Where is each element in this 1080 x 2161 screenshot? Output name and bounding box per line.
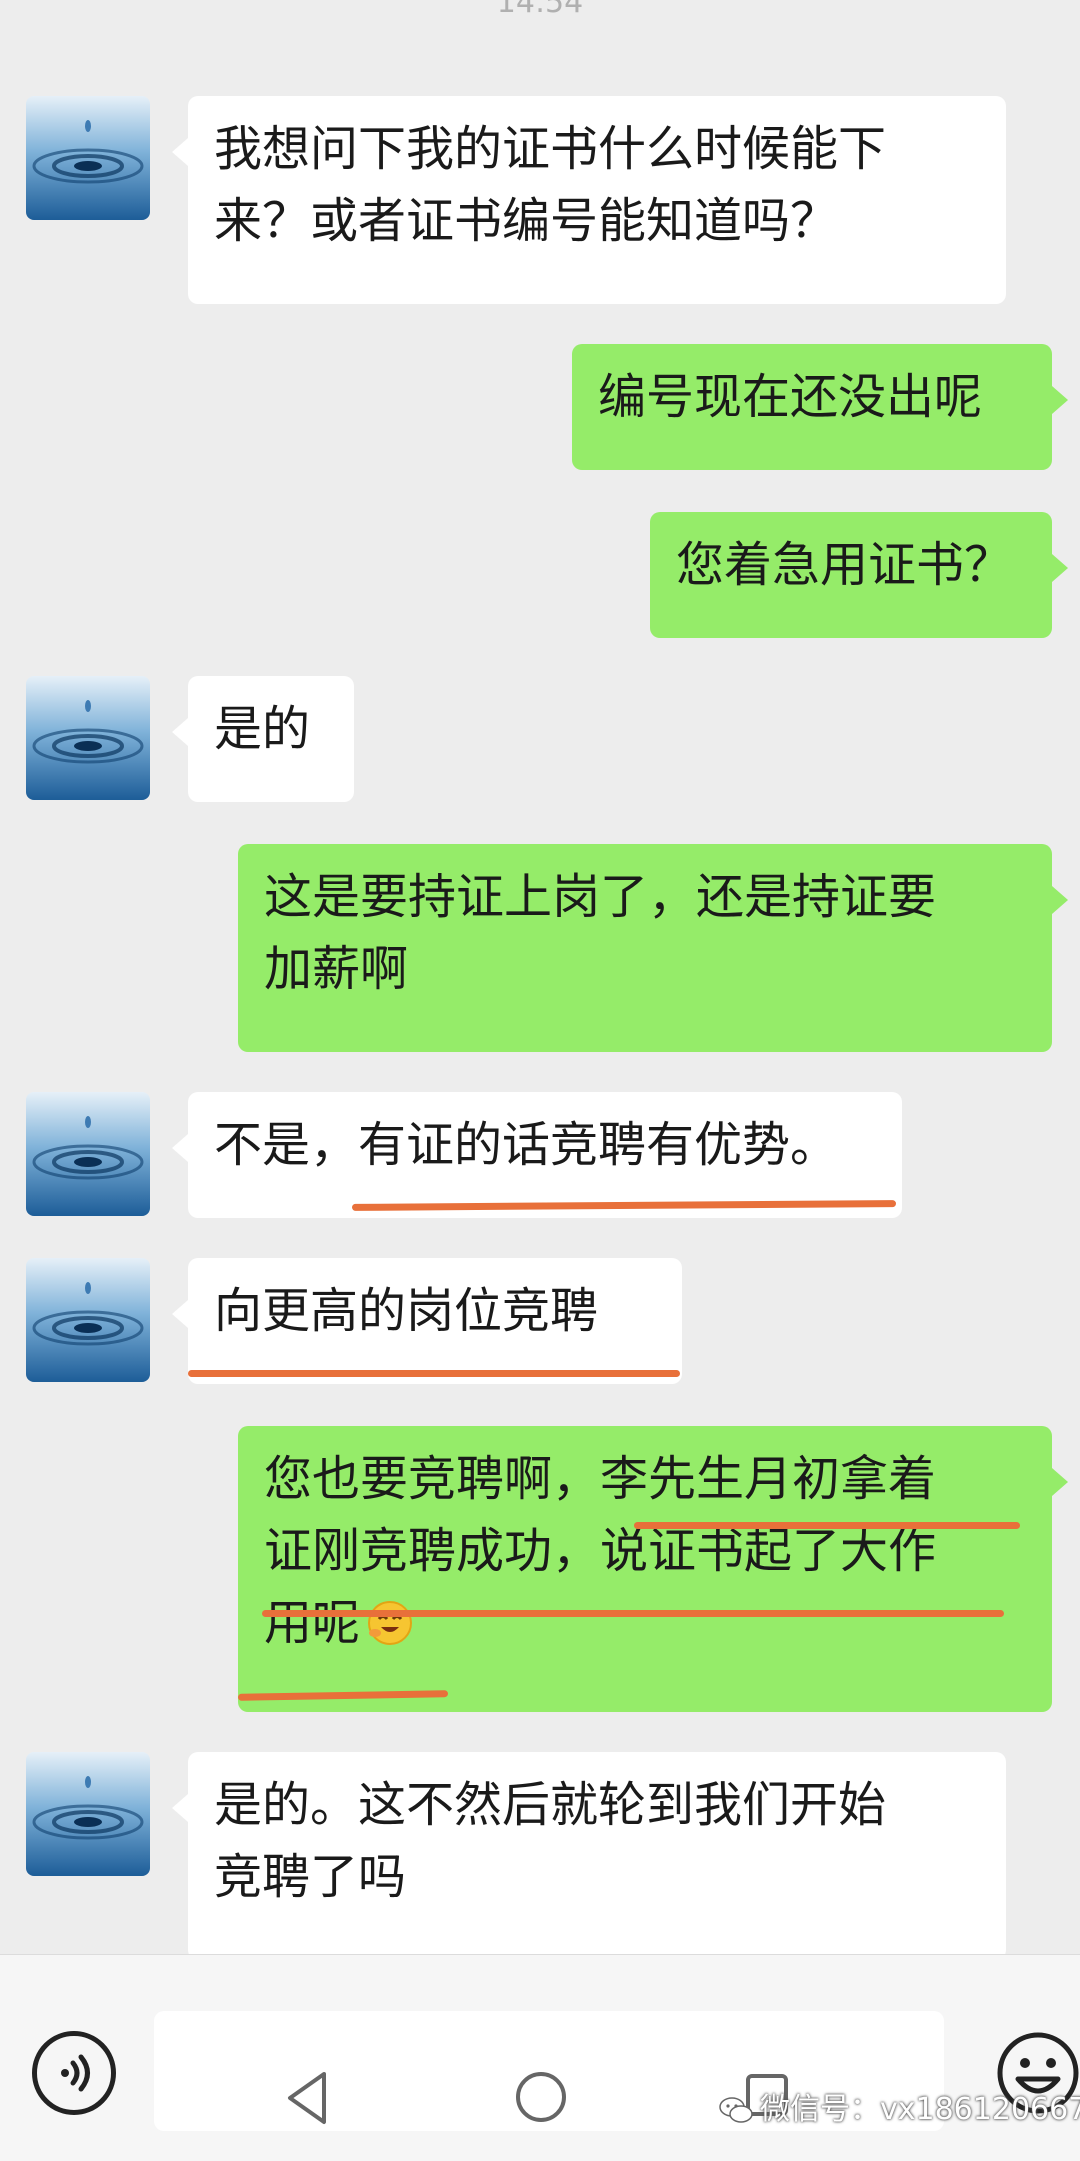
- message-bubble-outgoing[interactable]: 编号现在还没出呢: [572, 344, 1068, 470]
- water-drop-avatar-icon: [26, 1092, 150, 1216]
- water-drop-avatar-icon: [26, 676, 150, 800]
- message-text: 向更高的岗位竞聘: [214, 1283, 599, 1339]
- underline-mark: [262, 1610, 1004, 1617]
- water-drop-avatar-icon: [26, 1258, 150, 1382]
- back-triangle-icon[interactable]: [284, 2070, 330, 2126]
- contact-avatar[interactable]: [26, 1752, 150, 1876]
- water-drop-avatar-icon: [26, 1752, 150, 1876]
- watermark: 微信号：vx18612066757: [718, 2090, 1080, 2130]
- message-text: 加薪啊: [264, 941, 409, 997]
- message-text: 竞聘了吗: [214, 1849, 407, 1905]
- message-text: 来？或者证书编号能知道吗？: [214, 193, 839, 249]
- underline-mark: [634, 1522, 1020, 1529]
- message-text: 用呢: [264, 1595, 361, 1651]
- message-text: 您着急用证书？: [676, 537, 1013, 593]
- message-bubble-incoming[interactable]: 是的。这不然后就轮到我们开始 竞聘了吗: [172, 1752, 1006, 1960]
- message-text: 是的。这不然后就轮到我们开始: [214, 1777, 887, 1833]
- laughing-face-icon: [368, 1601, 413, 1645]
- message-text: 是的: [214, 701, 311, 757]
- contact-avatar[interactable]: [26, 96, 150, 220]
- voice-input-icon: [61, 2054, 90, 2092]
- status-time: 14:54: [496, 0, 584, 20]
- message-bubble-outgoing[interactable]: 这是要持证上岗了，还是持证要 加薪啊: [238, 844, 1068, 1052]
- home-circle-icon[interactable]: [514, 2070, 568, 2124]
- message-text: 编号现在还没出呢: [598, 369, 983, 425]
- message-text: 我想问下我的证书什么时候能下: [214, 121, 887, 177]
- message-text: 不是，有证的话竞聘有优势。: [214, 1117, 839, 1173]
- message-text: 您也要竞聘啊，李先生月初拿着: [264, 1451, 937, 1507]
- water-drop-avatar-icon: [26, 96, 150, 220]
- message-bubble-incoming[interactable]: 不是，有证的话竞聘有优势。: [172, 1092, 902, 1218]
- contact-avatar[interactable]: [26, 1092, 150, 1216]
- message-bubble-incoming[interactable]: 是的: [172, 676, 354, 802]
- message-bubble-outgoing[interactable]: 您着急用证书？: [650, 512, 1068, 638]
- message-bubble-incoming[interactable]: 向更高的岗位竞聘: [172, 1258, 682, 1384]
- wechat-logo-icon: [719, 2097, 753, 2123]
- message-bubble-incoming[interactable]: 我想问下我的证书什么时候能下 来？或者证书编号能知道吗？: [172, 96, 1006, 304]
- contact-avatar[interactable]: [26, 1258, 150, 1382]
- contact-avatar[interactable]: [26, 676, 150, 800]
- watermark-text: 微信号：vx18612066757: [760, 2092, 1080, 2127]
- voice-input-button[interactable]: [32, 2031, 116, 2115]
- message-bubble-outgoing[interactable]: 您也要竞聘啊，李先生月初拿着 证刚竞聘成功，说证书起了大作 用呢: [238, 1426, 1068, 1712]
- underline-mark: [188, 1370, 680, 1377]
- message-text: 这是要持证上岗了，还是持证要: [264, 869, 937, 925]
